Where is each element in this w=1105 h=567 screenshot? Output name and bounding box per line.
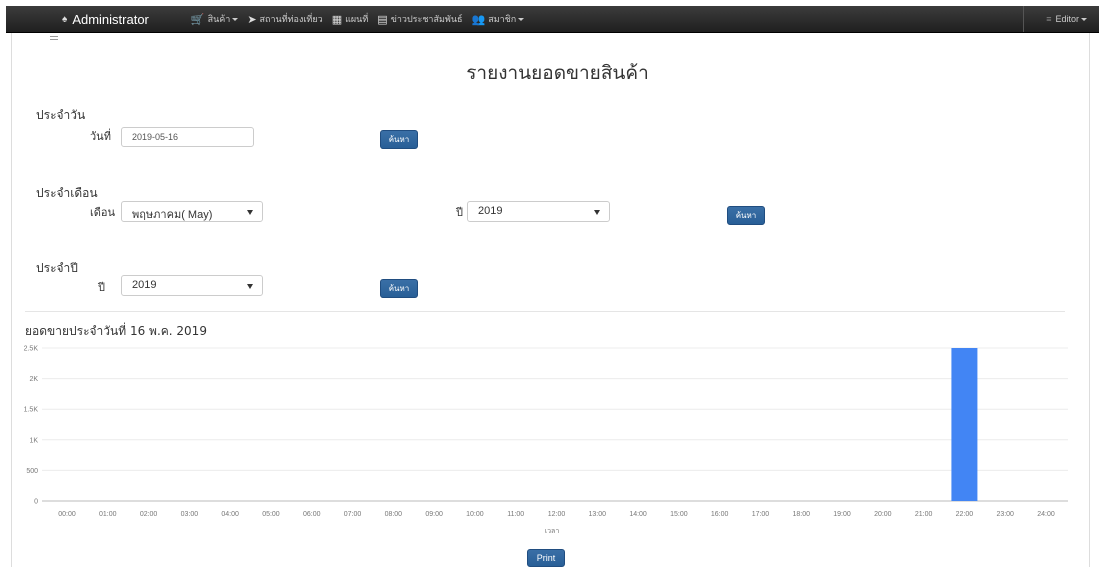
brand-link[interactable]: ♠ Administrator: [62, 12, 149, 27]
nav-item-1[interactable]: ➤ สถานที่ท่องเที่ยว: [247, 12, 322, 26]
date-input[interactable]: 2019-05-16: [121, 127, 254, 147]
nav-item-2[interactable]: ▦ แผนที่: [332, 12, 369, 26]
yearly-year-select[interactable]: 2019: [121, 275, 263, 296]
monthly-year-value: 2019: [478, 205, 503, 217]
monthly-year-label: ปี: [456, 206, 463, 219]
daily-section-title: ประจำวัน: [36, 108, 86, 122]
users-icon: 👥: [471, 12, 486, 26]
x-tick-label: 09:00: [425, 511, 443, 518]
x-tick-label: 05:00: [262, 511, 280, 518]
yearly-year-value: 2019: [132, 279, 157, 291]
x-tick-label: 06:00: [303, 511, 321, 518]
yearly-year-label: ปี: [98, 281, 105, 294]
chart-bar[interactable]: [951, 348, 978, 501]
home-icon: ♠: [62, 13, 68, 25]
x-tick-label: 15:00: [670, 511, 688, 518]
user-menu-icon: ≡: [1046, 14, 1052, 24]
chart-title: ยอดขายประจำวันที่ 16 พ.ค. 2019: [25, 324, 207, 338]
month-label: เดือน: [90, 206, 116, 219]
x-tick-label: 11:00: [507, 511, 524, 518]
brand-label: Administrator: [72, 11, 149, 27]
dropdown-arrow-icon: [594, 210, 600, 215]
chevron-down-icon: [518, 17, 525, 21]
chevron-down-icon: [232, 17, 239, 21]
nav-item-label: ข่าวประชาสัมพันธ์: [390, 15, 463, 25]
x-tick-label: 20:00: [874, 511, 892, 518]
dropdown-arrow-icon: [247, 210, 253, 215]
yearly-section-title: ประจำปี: [36, 261, 78, 275]
sales-bar-chart: 0 500 1K 1.5K 2K 2.5K 00:00 01:00 02:00 03:00 04:0…: [24, 346, 1068, 535]
x-tick-label: 14:00: [629, 511, 647, 518]
nav-item-0[interactable]: 🛒 สินค้า: [190, 12, 239, 26]
nav-menu: 🛒 สินค้า ➤ สถานที่ท่องเที่ยว ▦ แผนที่ ▤ ข่าวประ…: [191, 12, 533, 26]
x-tick-label: 24:00: [1037, 511, 1055, 518]
date-label: วันที่: [90, 130, 111, 143]
x-tick-label: 00:00: [58, 511, 76, 518]
y-tick-label: 1K: [29, 437, 38, 444]
monthly-search-button[interactable]: ค้นหา: [727, 206, 765, 225]
cart-icon: 🛒: [190, 12, 205, 26]
x-tick-label: 12:00: [548, 511, 566, 518]
x-tick-label: 17:00: [752, 511, 770, 518]
x-tick-label: 01:00: [99, 511, 117, 518]
top-navbar: ♠ Administrator 🛒 สินค้า ➤ สถานที่ท่องเที่ย…: [6, 6, 1099, 33]
y-tick-label: 1.5K: [24, 407, 39, 414]
y-tick-label: 500: [26, 468, 38, 475]
nav-item-3[interactable]: ▤ ข่าวประชาสัมพันธ์: [377, 12, 462, 26]
nav-item-4[interactable]: 👥 สมาชิก: [472, 12, 525, 26]
daily-search-button[interactable]: ค้นหา: [380, 130, 418, 149]
section-divider: [25, 311, 1065, 312]
monthly-section-title: ประจำเดือน: [36, 186, 98, 200]
nav-item-label: สถานที่ท่องเที่ยว: [259, 15, 323, 25]
x-tick-label: 22:00: [956, 511, 974, 518]
x-tick-label: 13:00: [589, 511, 607, 518]
x-tick-label: 19:00: [833, 511, 851, 518]
x-tick-label: 16:00: [711, 511, 729, 518]
location-arrow-icon: ➤: [247, 12, 257, 26]
user-menu[interactable]: ≡ Editor: [1023, 6, 1099, 32]
monthly-year-select[interactable]: 2019: [467, 201, 610, 222]
yearly-search-button[interactable]: ค้นหา: [380, 279, 418, 298]
x-tick-label: 23:00: [996, 511, 1014, 518]
y-tick-label: 2.5K: [24, 346, 39, 353]
y-tick-label: 2K: [29, 376, 38, 383]
x-tick-label: 10:00: [466, 511, 484, 518]
user-menu-label: Editor: [1055, 14, 1079, 24]
print-button[interactable]: Print: [527, 549, 565, 567]
nav-item-label: แผนที่: [345, 15, 369, 25]
news-icon: ▤: [377, 12, 388, 26]
x-tick-label: 21:00: [915, 511, 933, 518]
x-axis-label: เวลา: [545, 528, 560, 535]
x-tick-label: 03:00: [181, 511, 199, 518]
y-tick-label: 0: [34, 499, 38, 506]
x-tick-label: 02:00: [140, 511, 158, 518]
x-tick-label: 08:00: [385, 511, 403, 518]
month-select[interactable]: พฤษภาคม( May): [121, 201, 263, 222]
dropdown-arrow-icon: [247, 284, 253, 289]
x-tick-label: 07:00: [344, 511, 362, 518]
x-tick-label: 04:00: [221, 511, 239, 518]
map-icon: ▦: [331, 12, 343, 26]
chevron-down-icon: [1081, 17, 1087, 21]
nav-item-label: สมาชิก: [488, 15, 517, 25]
month-select-value: พฤษภาคม( May): [132, 209, 213, 221]
x-tick-label: 18:00: [792, 511, 810, 518]
page-title: รายงานยอดขายสินค้า: [466, 62, 649, 84]
menu-icon: [50, 36, 58, 40]
nav-item-label: สินค้า: [207, 15, 231, 25]
